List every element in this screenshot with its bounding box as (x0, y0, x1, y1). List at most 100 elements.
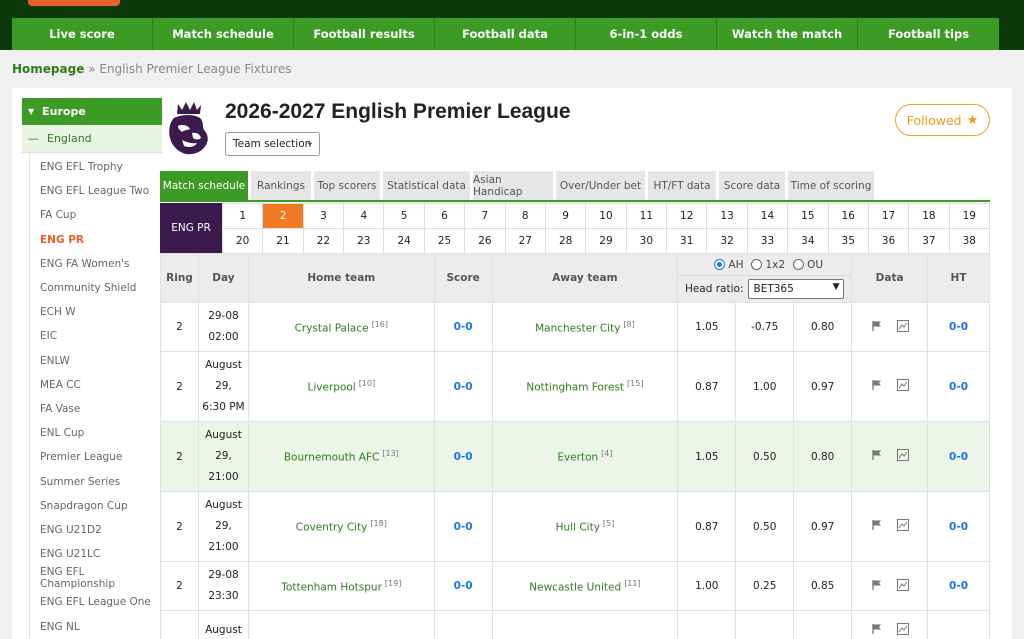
away-team-link[interactable]: Hull City (556, 522, 600, 534)
round-7[interactable]: 7 (464, 204, 505, 229)
away-team-link[interactable]: Newcastle United (529, 581, 621, 593)
score-link[interactable]: 0-0 (454, 521, 473, 533)
radio-ah[interactable] (714, 259, 726, 270)
sidebar-item-eic[interactable]: EIC (30, 324, 162, 348)
round-1[interactable]: 1 (222, 204, 263, 229)
round-23[interactable]: 23 (343, 229, 384, 254)
round-6[interactable]: 6 (423, 204, 465, 229)
round-27[interactable]: 27 (504, 229, 545, 254)
sidebar-item-ech-w[interactable]: ECH W (30, 300, 162, 324)
sidebar-item-eng-efl-trophy[interactable]: ENG EFL Trophy (30, 155, 162, 179)
top-orange-button[interactable] (28, 0, 120, 6)
round-37[interactable]: 37 (908, 229, 949, 254)
tab-asian-handicap[interactable]: Asian Handicap (473, 171, 553, 200)
home-team-link[interactable]: Bournemouth AFC (284, 452, 380, 464)
round-4[interactable]: 4 (343, 204, 384, 229)
tab-score-data[interactable]: Score data (719, 171, 785, 200)
score-link[interactable]: 0-0 (454, 580, 473, 592)
score-link[interactable]: 0-0 (454, 451, 473, 463)
flag-icon[interactable] (871, 379, 883, 394)
chart-icon[interactable] (896, 623, 909, 638)
flag-icon[interactable] (871, 320, 883, 335)
tab-rankings[interactable]: Rankings (251, 171, 311, 200)
round-26[interactable]: 26 (464, 229, 505, 254)
round-13[interactable]: 13 (706, 204, 747, 229)
flag-icon[interactable] (871, 449, 883, 464)
tab-match-schedule[interactable]: Match schedule (160, 171, 248, 200)
nav-item-6-in-1-odds[interactable]: 6-in-1 odds (576, 18, 717, 50)
round-25[interactable]: 25 (423, 229, 465, 254)
sidebar-item-fa-vase[interactable]: FA Vase (30, 397, 162, 421)
round-19[interactable]: 19 (948, 204, 989, 229)
home-team-link[interactable]: Tottenham Hotspur (281, 581, 382, 593)
sidebar-item-eng-fa-women-s[interactable]: ENG FA Women's (30, 252, 162, 276)
breadcrumb-home-link[interactable]: Homepage (12, 62, 84, 76)
sidebar-country-england[interactable]: — England (22, 125, 162, 153)
round-28[interactable]: 28 (544, 229, 586, 254)
sidebar-item-fa-cup[interactable]: FA Cup (30, 203, 162, 227)
nav-item-football-tips[interactable]: Football tips (858, 18, 999, 50)
round-34[interactable]: 34 (787, 229, 828, 254)
round-9[interactable]: 9 (544, 204, 586, 229)
flag-icon[interactable] (871, 623, 883, 638)
sidebar-item-snapdragon-cup[interactable]: Snapdragon Cup (30, 494, 162, 518)
sidebar-item-community-shield[interactable]: Community Shield (30, 276, 162, 300)
nav-item-football-results[interactable]: Football results (294, 18, 435, 50)
followed-button[interactable]: Followed ★ (895, 104, 990, 136)
round-11[interactable]: 11 (625, 204, 667, 229)
sidebar-item-premier-league[interactable]: Premier League (30, 445, 162, 469)
score-link[interactable]: 0-0 (454, 381, 473, 393)
round-2[interactable]: 2 (262, 204, 303, 229)
home-team-link[interactable]: Coventry City (296, 522, 368, 534)
tab-ht-ft-data[interactable]: HT/FT data (648, 171, 716, 200)
ht-score-link[interactable]: 0-0 (949, 381, 968, 393)
tab-over-under-bet[interactable]: Over/Under bet (556, 171, 645, 200)
nav-item-football-data[interactable]: Football data (435, 18, 576, 50)
sidebar-region-europe[interactable]: ▼ Europe (22, 98, 162, 125)
round-36[interactable]: 36 (867, 229, 909, 254)
ht-score-link[interactable]: 0-0 (949, 321, 968, 333)
round-21[interactable]: 21 (262, 229, 303, 254)
chart-icon[interactable] (896, 519, 909, 534)
away-team-link[interactable]: Nottingham Forest (526, 382, 624, 394)
sidebar-item-summer-series[interactable]: Summer Series (30, 469, 162, 493)
flag-icon[interactable] (871, 519, 883, 534)
flag-icon[interactable] (871, 579, 883, 594)
ht-score-link[interactable]: 0-0 (949, 451, 968, 463)
sidebar-item-eng-efl-league-one[interactable]: ENG EFL League One (30, 590, 162, 614)
sidebar-item-eng-u21lc[interactable]: ENG U21LC (30, 542, 162, 566)
round-8[interactable]: 8 (504, 204, 545, 229)
team-selection-dropdown[interactable]: Team selection ⌄ (225, 132, 320, 156)
tab-statistical-data[interactable]: Statistical data (383, 171, 470, 200)
sidebar-item-mea-cc[interactable]: MEA CC (30, 373, 162, 397)
sidebar-item-eng-pr[interactable]: ENG PR (30, 228, 162, 252)
home-team-link[interactable]: Crystal Palace (295, 322, 369, 334)
round-18[interactable]: 18 (908, 204, 949, 229)
round-35[interactable]: 35 (827, 229, 868, 254)
sidebar-item-enlw[interactable]: ENLW (30, 349, 162, 373)
round-15[interactable]: 15 (787, 204, 828, 229)
round-20[interactable]: 20 (222, 229, 263, 254)
nav-item-live-score[interactable]: Live score (12, 18, 153, 50)
tab-time-of-scoring[interactable]: Time of scoring (788, 171, 874, 200)
round-10[interactable]: 10 (585, 204, 626, 229)
chart-icon[interactable] (896, 449, 909, 464)
round-17[interactable]: 17 (867, 204, 909, 229)
away-team-link[interactable]: Manchester City (535, 322, 620, 334)
round-3[interactable]: 3 (302, 204, 344, 229)
away-team-link[interactable]: Everton (557, 452, 598, 464)
nav-item-watch-the-match[interactable]: Watch the match (717, 18, 858, 50)
round-12[interactable]: 12 (666, 204, 707, 229)
round-29[interactable]: 29 (585, 229, 626, 254)
radio-ou[interactable] (793, 259, 805, 270)
round-5[interactable]: 5 (383, 204, 424, 229)
ht-score-link[interactable]: 0-0 (949, 580, 968, 592)
round-33[interactable]: 33 (746, 229, 788, 254)
head-ratio-dropdown[interactable]: BET365 ▼ (748, 279, 845, 299)
tab-top-scorers[interactable]: Top scorers (314, 171, 380, 200)
sidebar-item-enl-cup[interactable]: ENL Cup (30, 421, 162, 445)
round-30[interactable]: 30 (625, 229, 667, 254)
round-32[interactable]: 32 (706, 229, 747, 254)
nav-item-match-schedule[interactable]: Match schedule (153, 18, 294, 50)
round-31[interactable]: 31 (666, 229, 707, 254)
